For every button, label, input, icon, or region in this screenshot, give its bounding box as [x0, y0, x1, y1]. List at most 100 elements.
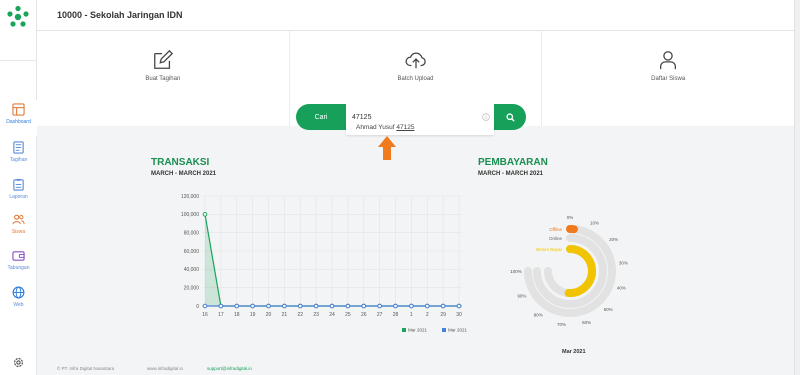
transaksi-subtitle: MARCH - MARCH 2021: [151, 171, 217, 177]
logo-icon[interactable]: [6, 5, 30, 29]
radial-series-label: Online: [549, 236, 563, 241]
y-tick-label: 20,000: [184, 285, 200, 291]
user-icon: [660, 51, 677, 70]
scrollbar[interactable]: [794, 0, 800, 375]
transaksi-chart: 0 20,000 40,000 60,000 80,000 100,000 120,000 1…: [181, 194, 468, 333]
sidebar-item-label: Siswa: [11, 229, 26, 235]
daftar-siswa-card[interactable]: Daftar Siswa: [542, 31, 794, 126]
footer: © PT. Infra Digital Nusantara www.infrad…: [37, 362, 794, 375]
card-label: Buat Tagihan: [145, 76, 181, 82]
scale-label: 10%: [590, 221, 599, 226]
x-tick-label: 28: [393, 312, 399, 318]
sidebar-item-web[interactable]: Web: [0, 283, 37, 319]
footer-email[interactable]: support@infradigital.io: [207, 366, 252, 371]
sidebar-divider: [0, 60, 37, 61]
arrow-up-icon: [378, 136, 396, 160]
scale-label: 80%: [534, 312, 543, 317]
data-point: [313, 303, 319, 309]
users-icon: [12, 214, 25, 225]
sidebar-item-label: Tabungan: [7, 265, 30, 271]
data-point: [218, 303, 224, 309]
card-label: Batch Upload: [397, 76, 434, 82]
footer-copyright: © PT. Infra Digital Nusantara: [57, 366, 115, 371]
data-point: [234, 303, 240, 309]
y-tick-label: 100,000: [181, 212, 199, 218]
x-tick-label: 1: [410, 312, 413, 318]
data-point: [202, 303, 208, 309]
top-header: 10000 - Sekolah Jaringan IDN: [37, 0, 800, 31]
footer-website[interactable]: www.infradigital.io: [147, 366, 183, 371]
x-tick-label: 19: [250, 312, 256, 318]
data-point: [393, 303, 398, 309]
data-point: [456, 303, 462, 309]
radial-bar: [564, 245, 596, 297]
sidebar-item-tagihan[interactable]: Tagihan: [0, 138, 37, 174]
sidebar-item-laporan[interactable]: Laporan: [0, 175, 37, 211]
legend-label: Mar 2021: [408, 328, 428, 333]
x-tick-label: 21: [282, 312, 288, 318]
sidebar-item-label: Web: [13, 302, 24, 308]
x-tick-label: 16: [202, 312, 208, 318]
sidebar-item-dashboard[interactable]: Dashboard: [0, 100, 37, 136]
gear-icon[interactable]: [12, 356, 25, 369]
pembayaran-title: PEMBAYARAN: [478, 157, 548, 168]
data-point: [361, 303, 367, 309]
legend-swatch: [402, 328, 406, 332]
x-tick-label: 22: [297, 312, 303, 318]
scale-label: 100%: [510, 269, 522, 274]
search-suggestion-item[interactable]: Ahmad Yusuf 47125: [346, 121, 494, 135]
data-point: [282, 303, 287, 309]
y-tick-label: 40,000: [184, 267, 200, 273]
scale-label: 0%: [567, 215, 574, 220]
y-tick-label: 80,000: [184, 230, 200, 236]
scale-label: 40%: [617, 285, 626, 290]
report-icon: [13, 178, 24, 191]
data-point: [266, 303, 271, 309]
data-point: [202, 212, 208, 217]
data-point: [329, 303, 335, 309]
dashboard-icon: [12, 103, 25, 116]
cloud-upload-icon: [405, 52, 426, 69]
data-point: [440, 303, 446, 309]
sidebar-item-label: Laporan: [9, 194, 28, 200]
cari-button[interactable]: Cari: [296, 104, 346, 130]
radial-series-label: Offline: [549, 227, 562, 232]
card-label: Daftar Siswa: [651, 76, 686, 82]
sidebar-item-label: Tagihan: [9, 157, 28, 163]
search-button[interactable]: [494, 104, 526, 130]
sidebar-item-tabungan[interactable]: Tabungan: [0, 246, 37, 282]
y-tick-label: 120,000: [181, 194, 199, 200]
data-point: [297, 303, 303, 309]
scale-label: 30%: [619, 260, 628, 265]
transaksi-title: TRANSAKSI: [151, 157, 210, 168]
info-icon[interactable]: [482, 113, 490, 121]
x-tick-label: 17: [218, 312, 224, 318]
x-tick-label: 23: [313, 312, 319, 318]
buat-tagihan-card[interactable]: Buat Tagihan: [37, 31, 290, 126]
data-point: [250, 303, 255, 309]
x-tick-label: 29: [440, 312, 446, 318]
x-tick-label: 24: [329, 312, 335, 318]
suggestion-id: 47125: [396, 124, 415, 131]
legend-label: Mar 2021: [448, 328, 468, 333]
scale-label: 60%: [582, 320, 591, 325]
x-tick-label: 30: [456, 312, 462, 318]
sidebar-item-siswa[interactable]: Siswa: [0, 210, 37, 246]
x-tick-label: 26: [361, 312, 367, 318]
pembayaran-chart: Offline Online Belum Bayar 0% 10% 20% 30% 40% 50…: [510, 215, 628, 327]
globe-icon: [12, 286, 25, 299]
scale-label: 50%: [604, 307, 613, 312]
scale-label: 70%: [557, 322, 566, 327]
page-title: 10000 - Sekolah Jaringan IDN: [57, 10, 183, 20]
pembayaran-caption: Mar 2021: [562, 349, 586, 355]
scale-label: 20%: [609, 237, 618, 242]
data-point: [424, 303, 430, 309]
x-tick-label: 25: [345, 312, 351, 318]
pembayaran-subtitle: MARCH - MARCH 2021: [478, 171, 544, 177]
invoice-icon: [13, 141, 24, 154]
scale-label: 90%: [517, 293, 526, 298]
x-tick-label: 2: [426, 312, 429, 318]
x-tick-label: 20: [266, 312, 272, 318]
y-tick-label: 60,000: [184, 249, 200, 255]
legend-swatch: [442, 328, 446, 332]
